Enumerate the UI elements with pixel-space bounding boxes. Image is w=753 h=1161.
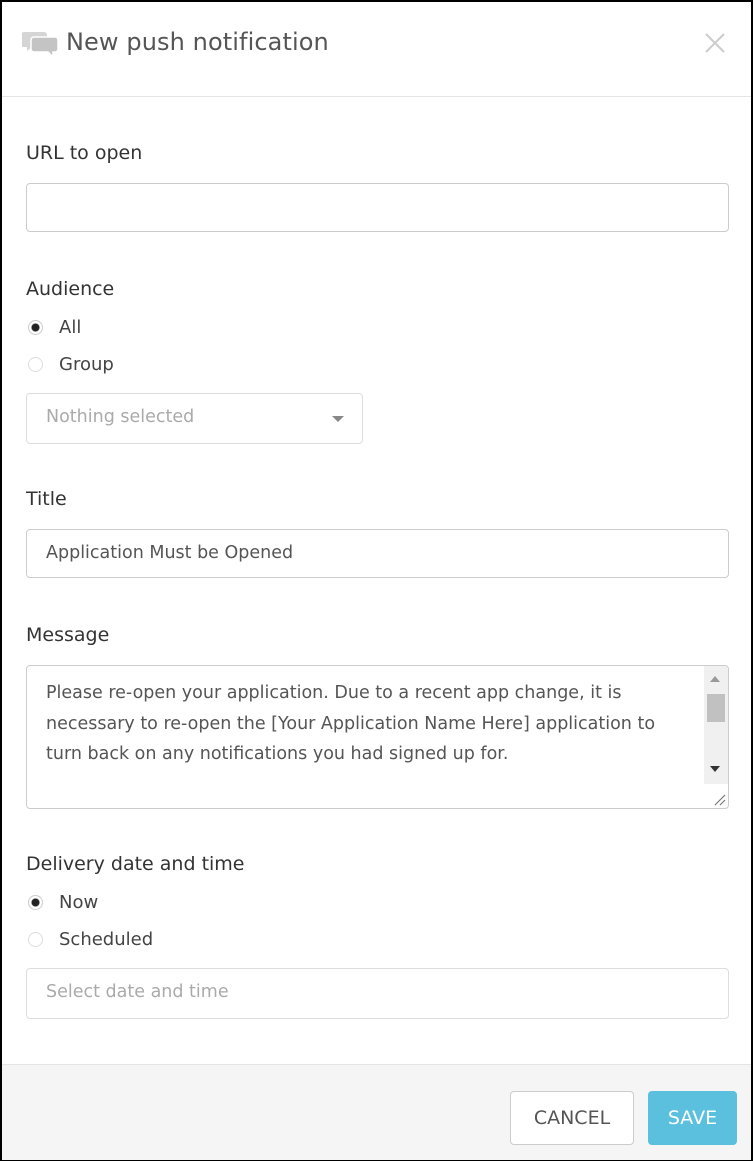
radio-unchecked-icon bbox=[28, 932, 43, 947]
chevron-down-icon bbox=[332, 416, 344, 422]
title-input[interactable]: Application Must be Opened bbox=[26, 529, 729, 578]
scroll-up-icon[interactable] bbox=[710, 676, 720, 682]
radio-label: Now bbox=[59, 892, 99, 913]
radio-checked-icon bbox=[28, 895, 43, 910]
resize-handle-icon[interactable] bbox=[712, 792, 726, 806]
push-notification-dialog: New push notification URL to open Audien… bbox=[0, 0, 753, 1161]
radio-checked-icon bbox=[28, 320, 43, 335]
dialog-footer: CANCEL SAVE bbox=[2, 1064, 751, 1160]
radio-label: All bbox=[59, 317, 82, 338]
scroll-down-icon[interactable] bbox=[710, 766, 720, 772]
audience-radio-group[interactable]: Group bbox=[28, 354, 148, 378]
radio-label: Group bbox=[59, 354, 114, 375]
save-button[interactable]: SAVE bbox=[648, 1091, 737, 1145]
audience-label: Audience bbox=[26, 278, 115, 300]
radio-label: Scheduled bbox=[59, 929, 154, 950]
group-select-placeholder: Nothing selected bbox=[46, 407, 195, 427]
message-text: Please re-open your application. Due to … bbox=[46, 683, 656, 764]
audience-radio-all[interactable]: All bbox=[28, 317, 128, 341]
delivery-radio-now[interactable]: Now bbox=[28, 892, 138, 916]
message-label: Message bbox=[26, 624, 110, 646]
scroll-thumb[interactable] bbox=[707, 694, 725, 722]
message-textarea[interactable]: Please re-open your application. Due to … bbox=[26, 665, 729, 809]
dialog-header: New push notification bbox=[2, 2, 751, 97]
delivery-radio-scheduled[interactable]: Scheduled bbox=[28, 929, 178, 953]
delivery-label: Delivery date and time bbox=[26, 853, 245, 875]
title-label: Title bbox=[26, 488, 67, 510]
close-icon[interactable] bbox=[702, 30, 728, 56]
title-input-value: Application Must be Opened bbox=[46, 543, 294, 563]
radio-unchecked-icon bbox=[28, 357, 43, 372]
datetime-input[interactable]: Select date and time bbox=[26, 968, 729, 1019]
url-label: URL to open bbox=[26, 142, 143, 164]
datetime-placeholder: Select date and time bbox=[46, 982, 229, 1002]
message-scrollbar[interactable] bbox=[704, 666, 728, 784]
chat-bubbles-icon bbox=[22, 32, 59, 58]
cancel-button[interactable]: CANCEL bbox=[510, 1091, 634, 1145]
group-select[interactable]: Nothing selected bbox=[26, 393, 363, 444]
dialog-title: New push notification bbox=[66, 28, 329, 56]
url-input[interactable] bbox=[26, 183, 729, 232]
